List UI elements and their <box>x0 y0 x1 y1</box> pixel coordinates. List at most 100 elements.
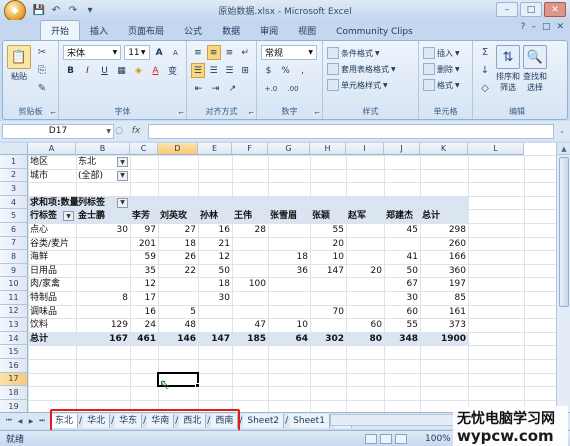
column-header[interactable]: H <box>310 143 346 155</box>
phonetic-button[interactable]: 变 <box>165 63 180 78</box>
row-header[interactable]: 18 <box>0 386 28 400</box>
normal-view-icon[interactable] <box>365 433 377 444</box>
pivot-value[interactable]: 48 <box>160 318 196 332</box>
pivot-value[interactable]: 55 <box>312 223 344 237</box>
last-sheet-icon[interactable]: ⏭ <box>37 416 47 426</box>
pivot-value[interactable]: 97 <box>132 223 156 237</box>
pivot-value[interactable]: 28 <box>234 223 266 237</box>
pivot-value[interactable]: 70 <box>312 305 344 319</box>
pivot-value[interactable]: 22 <box>160 264 196 278</box>
pivot-value[interactable]: 201 <box>132 237 156 251</box>
pivot-value[interactable]: 5 <box>160 305 196 319</box>
column-header[interactable]: B <box>76 143 130 155</box>
pivot-value[interactable]: 17 <box>132 291 156 305</box>
row-header[interactable]: 7 <box>0 236 28 251</box>
splitter-icon[interactable]: ○ <box>114 126 124 136</box>
workbook-close-button[interactable]: ✕ <box>556 22 564 32</box>
pivot-value[interactable]: 360 <box>422 264 466 278</box>
tab-home[interactable]: 开始 <box>40 20 81 40</box>
pivot-grand-total-value[interactable]: 348 <box>386 332 418 346</box>
pivot-value[interactable]: 16 <box>132 305 156 319</box>
pivot-column-header[interactable]: 赵军 <box>348 209 366 223</box>
column-header[interactable]: J <box>384 143 420 155</box>
pivot-value[interactable]: 30 <box>200 291 230 305</box>
insert-function-button[interactable]: fx <box>126 126 146 136</box>
pivot-value[interactable]: 24 <box>132 318 156 332</box>
clear-icon[interactable]: ◇ <box>477 81 493 96</box>
row-header[interactable]: 17 <box>0 372 28 387</box>
sheet-tab[interactable]: 华南 <box>147 414 175 428</box>
pivot-value[interactable]: 45 <box>386 223 418 237</box>
column-header[interactable]: L <box>468 143 524 155</box>
pivot-value[interactable]: 20 <box>348 264 382 278</box>
wrap-text-icon[interactable]: ↵ <box>238 45 252 60</box>
pivot-value[interactable]: 129 <box>78 318 128 332</box>
row-header[interactable]: 11 <box>0 291 28 305</box>
paste-button[interactable]: 📋 粘贴 <box>7 45 31 96</box>
pivot-value[interactable]: 47 <box>234 318 266 332</box>
workbook-restore-button[interactable]: □ <box>542 22 551 32</box>
redo-icon[interactable]: ↷ <box>66 3 80 17</box>
customize-qat-icon[interactable]: ▾ <box>83 3 97 17</box>
pivot-value[interactable]: 260 <box>422 237 466 251</box>
undo-icon[interactable]: ↶ <box>49 3 63 17</box>
increase-indent-icon[interactable]: ⇥ <box>208 81 223 96</box>
row-header[interactable]: 16 <box>0 359 28 373</box>
shrink-font-button[interactable]: A <box>169 45 182 60</box>
row-header[interactable]: 13 <box>0 318 28 332</box>
pivot-column-labels[interactable]: 列标签 <box>78 196 105 210</box>
align-top-icon[interactable]: ≡ <box>191 45 205 60</box>
delete-cells-button[interactable]: 删除 ▼ <box>423 61 468 77</box>
pivot-value[interactable]: 161 <box>422 305 466 319</box>
tab-formulas[interactable]: 公式 <box>174 21 212 40</box>
pivot-value[interactable]: 50 <box>200 264 230 278</box>
tab-community-clips[interactable]: Community Clips <box>326 24 423 40</box>
pivot-row-label[interactable]: 肉/家禽 <box>30 277 60 291</box>
worksheet-grid[interactable]: A B C D E F G H I J K L 1 2 3 4 5 6 7 8 9 10 11 12 13 14 15 16 17 18 1… <box>0 143 570 412</box>
align-left-icon[interactable]: ☰ <box>191 63 205 78</box>
pivot-row-label[interactable]: 谷类/麦片 <box>30 237 69 251</box>
pivot-value[interactable]: 50 <box>386 264 418 278</box>
pivot-value[interactable]: 30 <box>386 291 418 305</box>
grow-font-button[interactable]: A <box>153 45 166 60</box>
pivot-value[interactable]: 30 <box>78 223 128 237</box>
pivot-row-label[interactable]: 特制品 <box>30 291 57 305</box>
font-size-combo[interactable]: 11 ▼ <box>124 45 150 60</box>
pivot-value[interactable]: 298 <box>422 223 466 237</box>
column-header[interactable]: K <box>420 143 468 155</box>
pivot-grand-total-value[interactable]: 80 <box>348 332 382 346</box>
cell-styles-button[interactable]: 单元格样式 ▼ <box>327 77 414 93</box>
underline-button[interactable]: U <box>97 63 112 78</box>
pivot-value[interactable]: 55 <box>386 318 418 332</box>
pivot-column-header[interactable]: 王伟 <box>234 209 252 223</box>
sheet-tab[interactable]: Sheet2 <box>243 414 285 428</box>
pivot-row-label[interactable]: 调味品 <box>30 305 57 319</box>
pivot-value[interactable]: 18 <box>200 277 230 291</box>
row-header[interactable]: 2 <box>0 168 28 183</box>
row-header[interactable]: 8 <box>0 250 28 264</box>
report-filter-label[interactable]: 地区 <box>30 155 48 169</box>
row-header[interactable]: 14 <box>0 331 28 346</box>
pivot-value[interactable]: 59 <box>132 250 156 264</box>
pivot-grand-total-value[interactable]: 146 <box>160 332 196 346</box>
increase-decimal-button[interactable]: +.0 <box>261 81 281 96</box>
column-header[interactable]: C <box>130 143 158 155</box>
region-filter-dropdown[interactable]: ▼ <box>117 157 128 167</box>
copy-icon[interactable]: ⎘ <box>34 63 50 78</box>
format-as-table-button[interactable]: 套用表格格式 ▼ <box>327 61 414 77</box>
row-header[interactable]: 10 <box>0 277 28 291</box>
align-right-icon[interactable]: ☰ <box>223 63 237 78</box>
pivot-value[interactable]: 100 <box>234 277 266 291</box>
name-box[interactable]: D17 ▼ <box>2 123 114 139</box>
column-header[interactable]: A <box>28 143 76 155</box>
column-header[interactable]: F <box>232 143 268 155</box>
fill-color-icon[interactable]: ◈ <box>131 63 146 78</box>
page-break-view-icon[interactable] <box>395 433 407 444</box>
pivot-value[interactable]: 16 <box>200 223 230 237</box>
pivot-value[interactable]: 166 <box>422 250 466 264</box>
clipboard-launcher-icon[interactable]: ⌐ <box>50 109 56 117</box>
currency-button[interactable]: $ <box>261 63 276 78</box>
workbook-minimize-button[interactable]: – <box>531 22 536 32</box>
pivot-value[interactable]: 12 <box>132 277 156 291</box>
format-cells-button[interactable]: 格式 ▼ <box>423 77 468 93</box>
